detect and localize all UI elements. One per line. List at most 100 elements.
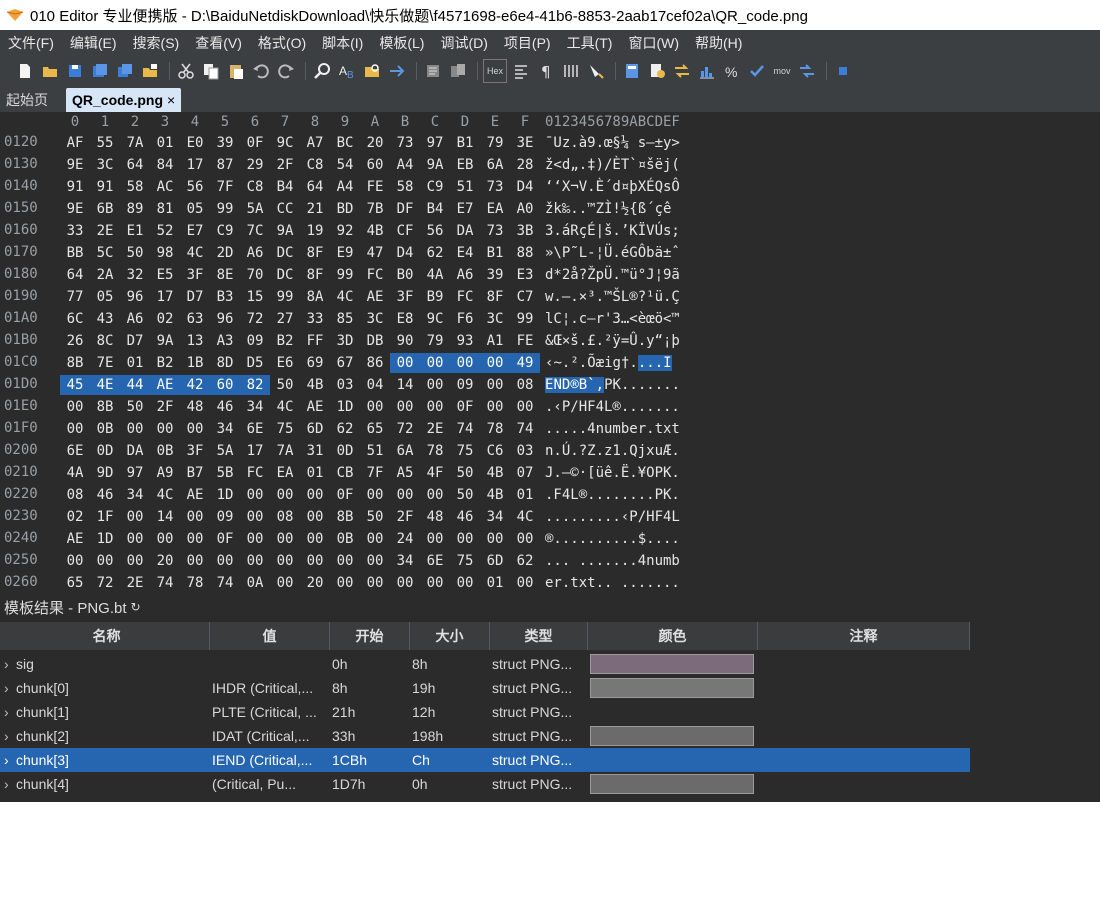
hex-byte[interactable]: 00 [390,353,420,373]
hex-byte[interactable]: 9D [90,463,120,483]
hex-ascii-text[interactable]: .F4L®........PK. [545,485,680,505]
hex-byte[interactable]: 78 [180,573,210,593]
hex-byte[interactable]: AE [180,485,210,505]
save-all-icon[interactable] [114,60,136,82]
hex-byte[interactable]: 05 [90,287,120,307]
hex-byte[interactable]: 00 [510,529,540,549]
menu-scripts[interactable]: 脚本(I) [314,33,371,53]
hex-byte[interactable]: 00 [420,529,450,549]
hex-byte[interactable]: 00 [300,551,330,571]
hex-byte[interactable]: 9C [270,133,300,153]
hex-byte[interactable]: 34 [390,551,420,571]
hex-byte[interactable]: 1F [90,507,120,527]
hex-byte[interactable]: 0F [210,529,240,549]
hex-byte[interactable]: B4 [420,199,450,219]
hex-byte[interactable]: CB [330,463,360,483]
hex-byte[interactable]: A5 [390,463,420,483]
hex-byte[interactable]: 00 [420,397,450,417]
hex-byte[interactable]: 20 [360,133,390,153]
expand-chevron-icon[interactable]: › [4,772,16,796]
hex-byte[interactable]: 34 [480,507,510,527]
hex-byte[interactable]: 34 [240,397,270,417]
column-header-start[interactable]: 开始 [330,622,410,650]
hex-byte[interactable]: 00 [270,551,300,571]
column-header-size[interactable]: 大小 [410,622,490,650]
hex-byte[interactable]: 44 [120,375,150,395]
hex-byte[interactable]: 4F [420,463,450,483]
hex-byte[interactable]: 00 [300,507,330,527]
hex-byte[interactable]: DB [360,331,390,351]
hex-byte[interactable]: D7 [120,331,150,351]
hex-byte[interactable]: 51 [360,441,390,461]
menu-search[interactable]: 搜索(S) [125,33,188,53]
hex-byte[interactable]: 62 [510,551,540,571]
hex-byte[interactable]: FE [360,177,390,197]
hex-byte[interactable]: 0B [90,419,120,439]
hex-byte[interactable]: A6 [240,243,270,263]
hex-byte[interactable]: BB [60,243,90,263]
hex-byte[interactable]: 74 [150,573,180,593]
hex-ascii-text[interactable]: ¯Uz.à9.œ§¼ s—±y> [545,133,680,153]
undo-icon[interactable] [250,60,272,82]
hex-byte[interactable]: 9A [420,155,450,175]
hex-byte[interactable]: 99 [330,265,360,285]
hex-byte[interactable]: 00 [330,551,360,571]
hex-byte[interactable]: 08 [270,507,300,527]
hex-byte[interactable]: 00 [480,397,510,417]
hex-byte[interactable]: 85 [330,309,360,329]
hex-byte[interactable]: 74 [450,419,480,439]
hex-byte[interactable]: 09 [210,507,240,527]
hex-byte[interactable]: 46 [450,507,480,527]
hex-byte[interactable]: 04 [360,375,390,395]
hex-byte[interactable]: 4B [480,485,510,505]
hex-byte[interactable]: 3F [390,287,420,307]
hex-ascii-text[interactable]: ‹~.².Õæig†....I [545,353,672,373]
template-row[interactable]: › chunk[3] IEND (Critical,... 1CBh Ch struct … [0,748,970,772]
stop-icon[interactable] [832,60,854,82]
hex-byte[interactable]: 49 [510,353,540,373]
hex-byte[interactable]: C7 [510,287,540,307]
format-icon[interactable] [510,60,532,82]
expand-chevron-icon[interactable]: › [4,724,16,748]
hex-byte[interactable]: 00 [270,485,300,505]
hex-byte[interactable]: F6 [450,309,480,329]
hex-ascii-text[interactable]: 3.áRçÉ|š.’KÏVÚs; [545,221,680,241]
hex-byte[interactable]: 9A [150,331,180,351]
menu-view[interactable]: 查看(V) [187,33,250,53]
hex-byte[interactable]: A6 [120,309,150,329]
hex-byte[interactable]: 09 [240,331,270,351]
hex-byte[interactable]: 90 [390,331,420,351]
hex-byte[interactable]: 39 [210,133,240,153]
hex-byte[interactable]: 00 [420,353,450,373]
hex-byte[interactable]: 31 [300,441,330,461]
hex-byte[interactable]: 01 [480,573,510,593]
hex-byte[interactable]: 00 [240,507,270,527]
hex-byte[interactable]: 0F [240,133,270,153]
hex-byte[interactable]: B2 [150,353,180,373]
column-header-comment[interactable]: 注释 [758,622,970,650]
hex-editor[interactable]: 0 1 2 3 4 5 6 7 8 9 A B C D E F 0123456789ABCDEF 0120 AF 5… [0,112,1100,594]
hex-byte[interactable]: 21 [300,199,330,219]
hex-byte[interactable]: 78 [480,419,510,439]
hex-byte[interactable]: A1 [480,331,510,351]
hex-byte[interactable]: 51 [450,177,480,197]
redo-icon[interactable] [275,60,297,82]
hex-byte[interactable]: 69 [300,353,330,373]
hex-byte[interactable]: 9A [270,221,300,241]
hex-byte[interactable]: 72 [390,419,420,439]
hex-byte[interactable]: E8 [390,309,420,329]
open-project-icon[interactable] [139,60,161,82]
hex-byte[interactable]: 03 [510,441,540,461]
hex-byte[interactable]: 20 [150,551,180,571]
hex-byte[interactable]: C8 [240,177,270,197]
hex-byte[interactable]: 9E [60,199,90,219]
hex-byte[interactable]: 8B [330,507,360,527]
hex-byte[interactable]: 2F [390,507,420,527]
hex-byte[interactable]: 58 [120,177,150,197]
hex-byte[interactable]: 00 [300,485,330,505]
hex-byte[interactable]: 0A [240,573,270,593]
hex-byte[interactable]: A7 [300,133,330,153]
hex-byte[interactable]: 78 [420,441,450,461]
hex-byte[interactable]: 97 [420,133,450,153]
hex-byte[interactable]: AE [60,529,90,549]
